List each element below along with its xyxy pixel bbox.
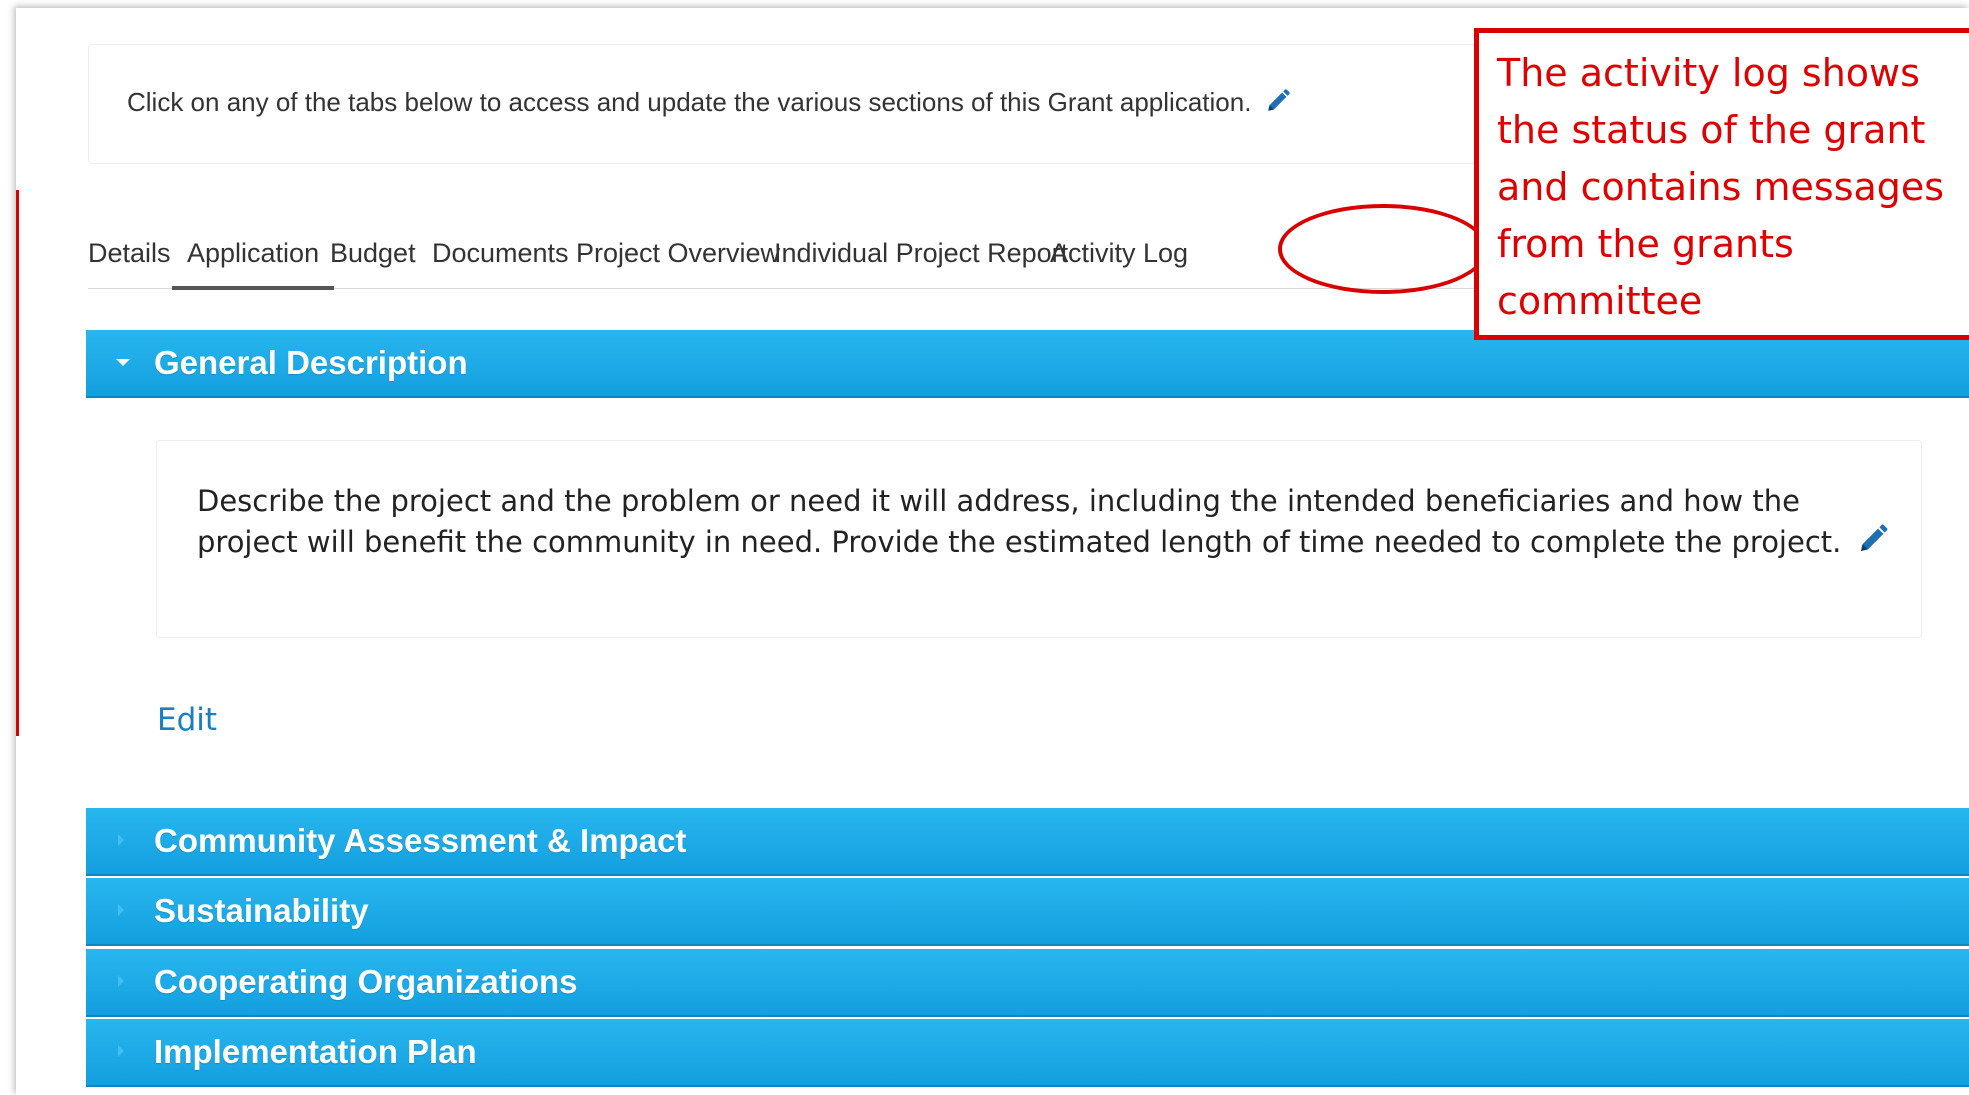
pencil-icon[interactable] xyxy=(1857,523,1889,566)
annotation-line: the status of the grant xyxy=(1497,108,1926,152)
pencil-icon[interactable] xyxy=(1265,88,1291,121)
section-community-assessment-impact[interactable]: Community Assessment & Impact xyxy=(86,808,1969,876)
general-description-panel: Describe the project and the problem or … xyxy=(156,440,1922,638)
annotation-line: The activity log shows xyxy=(1497,51,1920,95)
intro-text: Click on any of the tabs below to access… xyxy=(127,87,1291,121)
section-title: Cooperating Organizations xyxy=(154,963,578,1000)
tab-application[interactable]: Application xyxy=(172,218,335,290)
tab-budget[interactable]: Budget xyxy=(330,218,416,288)
intro-panel: Click on any of the tabs below to access… xyxy=(88,44,1550,164)
section-title: Implementation Plan xyxy=(154,1033,477,1070)
intro-message: Click on any of the tabs below to access… xyxy=(127,87,1252,117)
section-title: Community Assessment & Impact xyxy=(154,822,687,859)
tab-project-overview[interactable]: Project Overview xyxy=(576,218,780,288)
annotation-line: from the grants xyxy=(1497,222,1794,266)
caret-right-icon xyxy=(118,975,124,987)
section-sustainability[interactable]: Sustainability xyxy=(86,878,1969,946)
edit-link[interactable]: Edit xyxy=(157,702,217,738)
caret-right-icon xyxy=(118,834,124,846)
section-title: General Description xyxy=(154,344,468,381)
tab-documents[interactable]: Documents xyxy=(432,218,569,288)
tab-activity-log[interactable]: Activity Log xyxy=(1050,218,1188,288)
annotation-callout: The activity log shows the status of the… xyxy=(1474,28,1969,340)
tab-details[interactable]: Details xyxy=(88,218,171,288)
activity-log-highlight-circle xyxy=(1278,204,1488,294)
tab-individual-project-report[interactable]: Individual Project Report xyxy=(774,218,1068,288)
annotation-line: committee xyxy=(1497,279,1703,323)
caret-down-icon xyxy=(116,359,130,366)
caret-right-icon xyxy=(118,1045,124,1057)
annotation-line: and contains messages xyxy=(1497,165,1945,209)
caret-right-icon xyxy=(118,904,124,916)
section-general-description[interactable]: General Description xyxy=(86,330,1969,398)
section-title: Sustainability xyxy=(154,892,369,929)
description-prompt: Describe the project and the problem or … xyxy=(197,484,1842,559)
section-cooperating-organizations[interactable]: Cooperating Organizations xyxy=(86,949,1969,1017)
annotation-left-marker xyxy=(16,190,19,736)
section-implementation-plan[interactable]: Implementation Plan xyxy=(86,1019,1969,1087)
general-description-text: Describe the project and the problem or … xyxy=(197,481,1897,566)
